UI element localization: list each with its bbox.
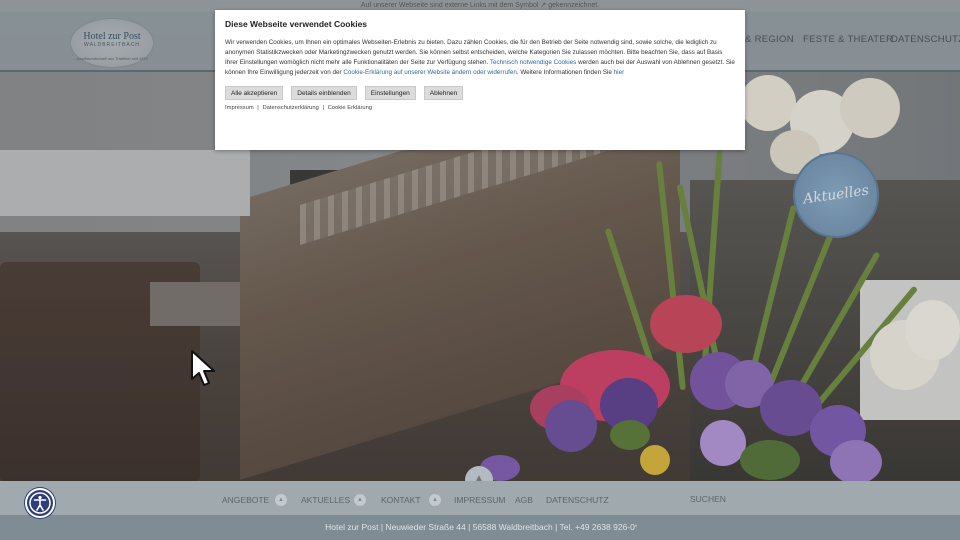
settings-button[interactable]: Einstellungen <box>364 86 416 100</box>
accept-all-button[interactable]: Alle akzeptieren <box>225 86 284 100</box>
more-info-link[interactable]: hier <box>614 69 625 76</box>
search-link[interactable]: SUCHEN <box>690 494 726 504</box>
cookie-text: Wir verwenden Cookies, um Ihnen ein opti… <box>225 38 735 78</box>
cookie-consent-dialog: Diese Webseite verwendet Cookies Wir ver… <box>215 10 745 150</box>
site-footer: Hotel zur Post | Neuwieder Straße 44 | 5… <box>0 515 960 540</box>
bottom-navigation: ANGEBOTE ▲ AKTUELLES ▲ KONTAKT ▲ IMPRESS… <box>0 481 960 515</box>
necessary-cookies-link[interactable]: Technisch notwendige Cookies <box>490 59 576 66</box>
external-link-icon[interactable]: ↗ <box>632 515 638 540</box>
footer-address: Hotel zur Post | Neuwieder Straße 44 | 5… <box>325 522 635 532</box>
cookie-declaration-link[interactable]: Cookie-Erklärung auf unserer Website änd… <box>343 69 517 76</box>
reject-button[interactable]: Ablehnen <box>423 86 464 100</box>
privacy-policy-link[interactable]: Datenschutzerklärung <box>262 105 318 111</box>
bottom-nav-angebote[interactable]: ANGEBOTE <box>222 495 269 505</box>
cookie-buttons: Alle akzeptieren Details einblenden Eins… <box>225 86 735 100</box>
bottom-nav-kontakt[interactable]: KONTAKT <box>381 495 421 505</box>
show-details-button[interactable]: Details einblenden <box>291 86 357 100</box>
arrow-up-icon[interactable]: ▲ <box>354 494 366 506</box>
cookie-text-3: . Weitere Informationen finden Sie <box>516 69 612 76</box>
accessibility-icon <box>29 492 51 514</box>
cookie-footer-links: Impressum | Datenschutzerklärung | Cooki… <box>225 105 735 111</box>
separator: | <box>257 105 259 111</box>
bottom-nav-datenschutz[interactable]: DATENSCHUTZ <box>546 495 609 505</box>
impressum-link[interactable]: Impressum <box>225 105 254 111</box>
mouse-cursor-icon <box>191 350 215 386</box>
bottom-nav-agb[interactable]: AGB <box>515 495 533 505</box>
separator: | <box>322 105 324 111</box>
cookie-declaration-footer-link[interactable]: Cookie Erklärung <box>328 105 372 111</box>
cookie-title: Diese Webseite verwendet Cookies <box>225 19 368 29</box>
accessibility-button[interactable] <box>25 488 55 518</box>
arrow-up-icon[interactable]: ▲ <box>429 494 441 506</box>
arrow-up-icon[interactable]: ▲ <box>275 494 287 506</box>
bottom-nav-aktuelles[interactable]: AKTUELLES <box>301 495 350 505</box>
bottom-nav-impressum[interactable]: IMPRESSUM <box>454 495 505 505</box>
